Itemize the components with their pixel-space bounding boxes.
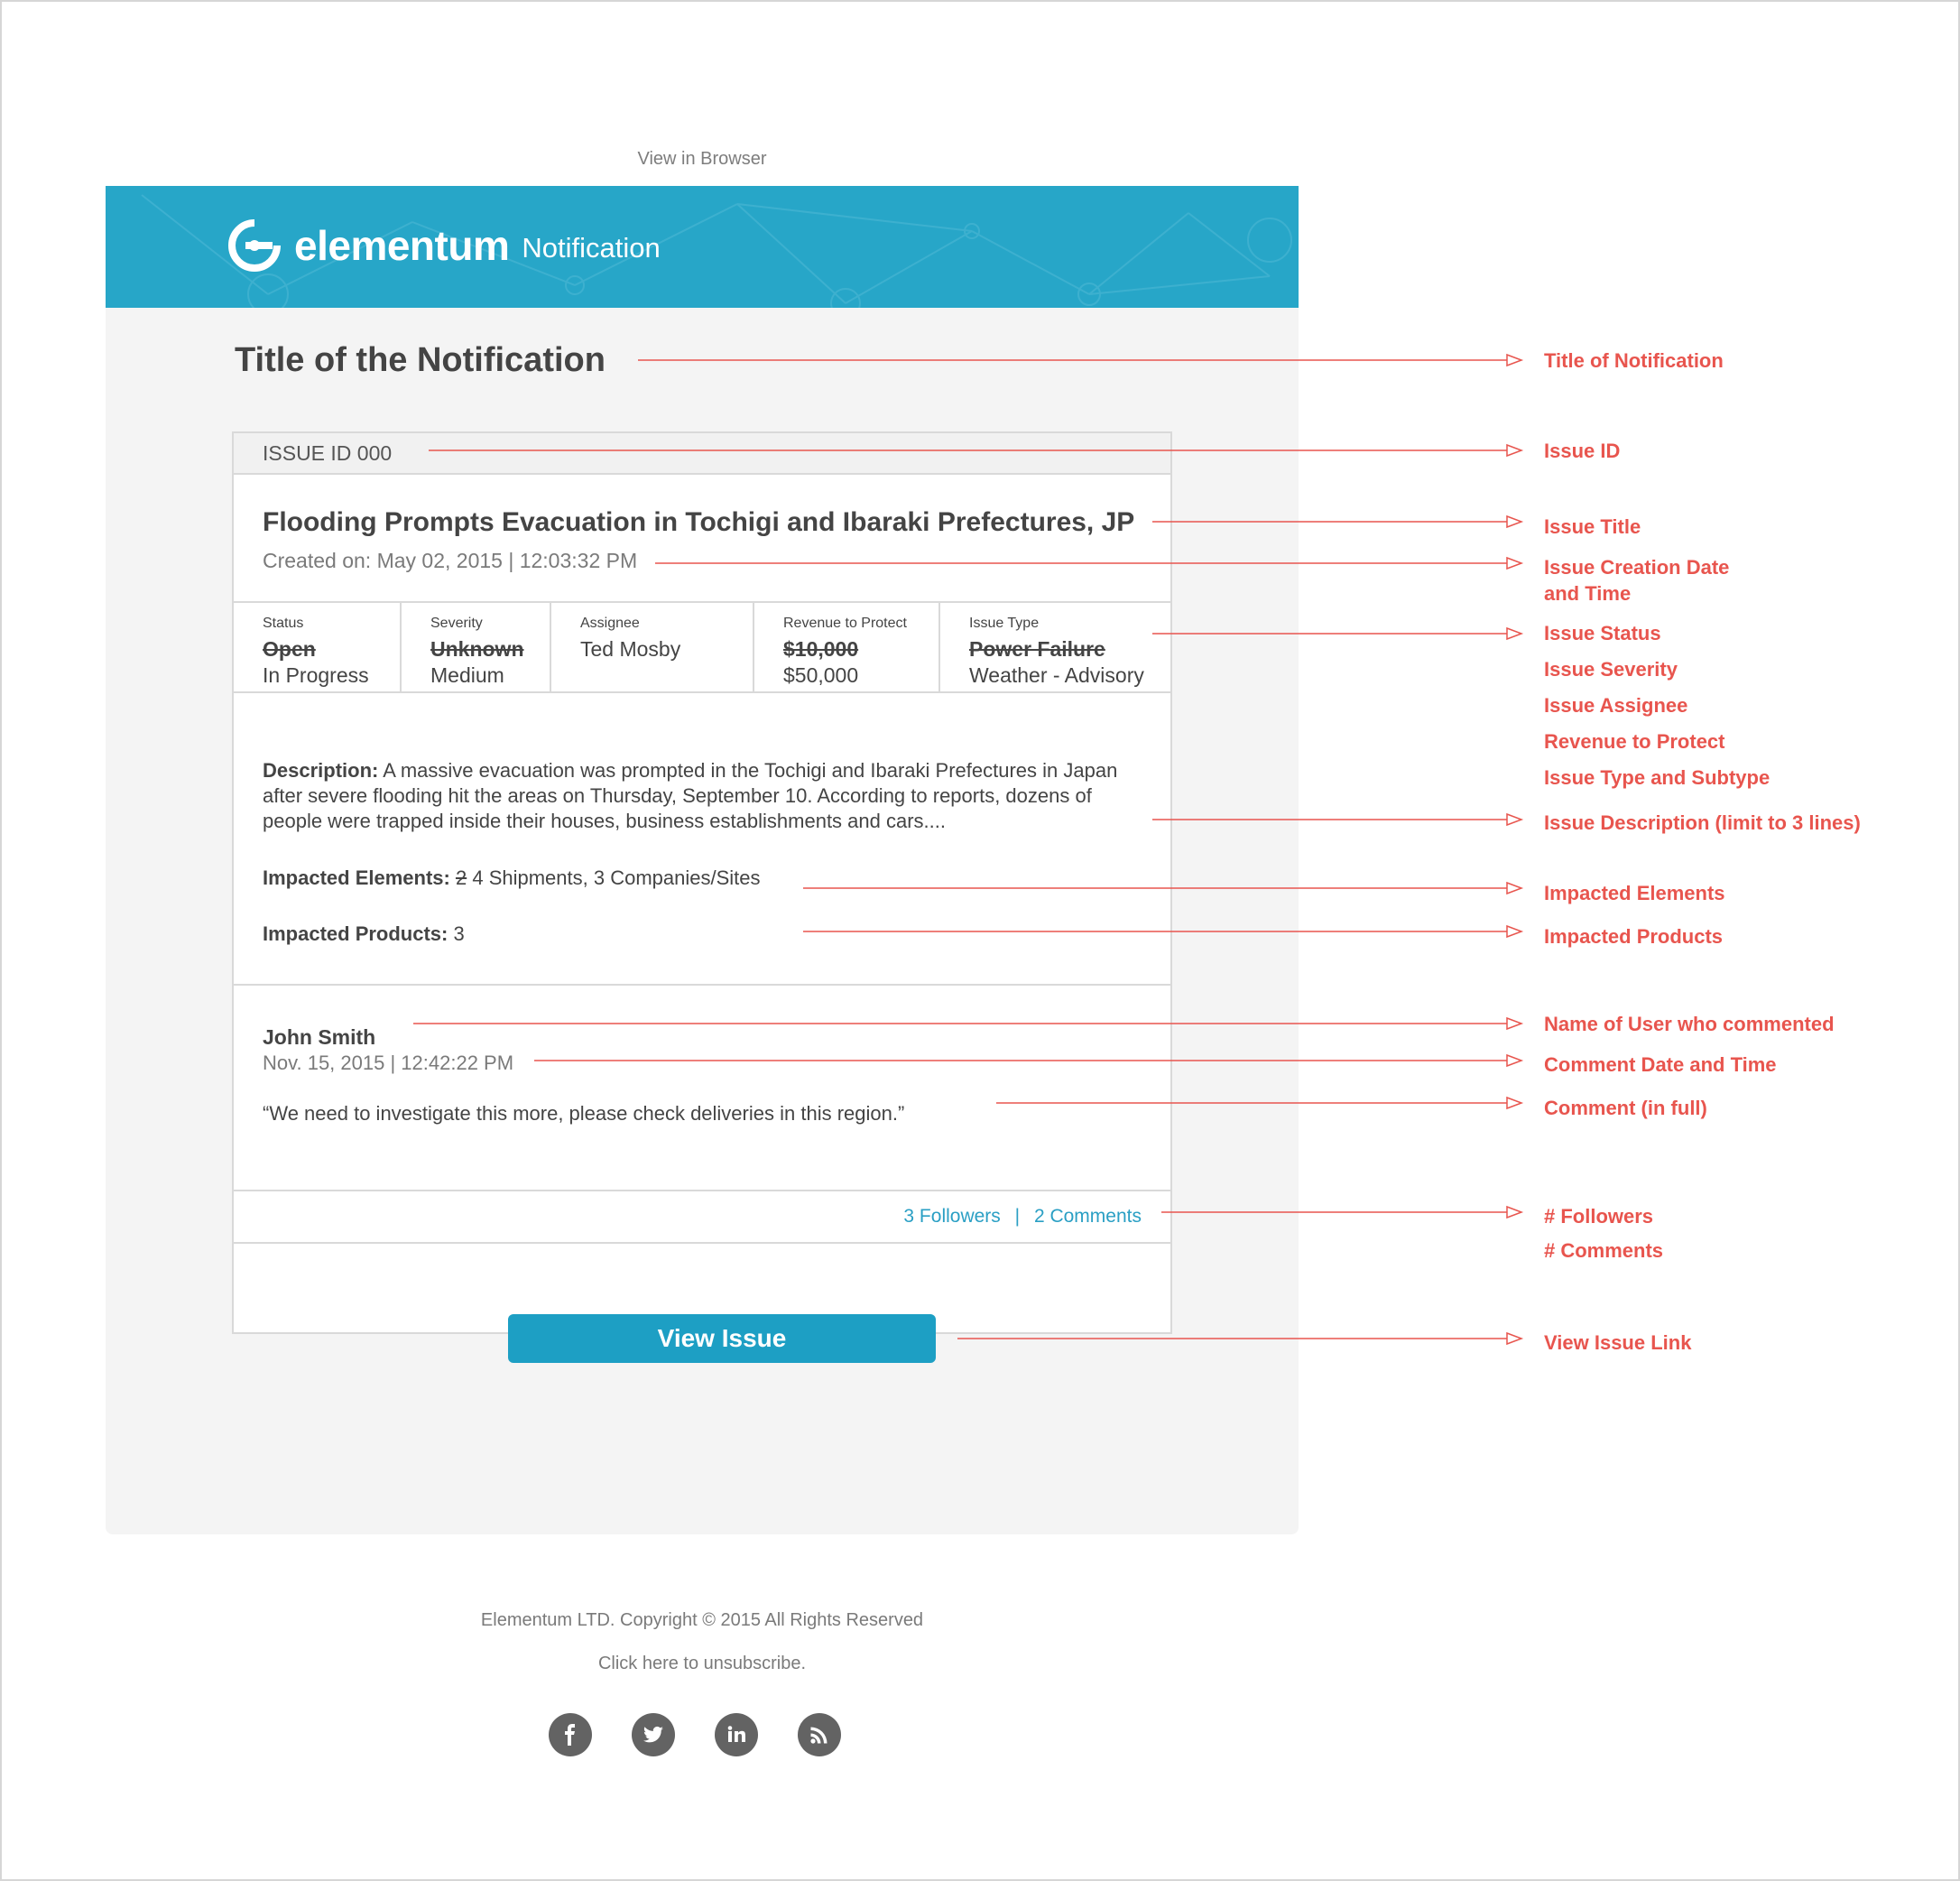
comment-block: John Smith Nov. 15, 2015 | 12:42:22 PM “… [234, 986, 1170, 1191]
meta-old-value: $10,000 [783, 637, 859, 661]
brand-logo: elementum Notification [227, 218, 661, 273]
issue-card: ISSUE ID 000 Flooding Prompts Evacuation… [232, 431, 1172, 1363]
notification-title: Title of the Notification [235, 341, 606, 379]
annotation-issue-id: Issue ID [1544, 440, 1621, 462]
view-in-browser-link[interactable]: View in Browser [106, 149, 1299, 170]
annotation-severity: Issue Severity [1544, 658, 1678, 681]
brand-suffix: Notification [522, 232, 661, 264]
meta-new-value: Weather - Advisory [969, 663, 1144, 687]
meta-value: Ted Mosby [580, 637, 681, 661]
issue-details: Description: A massive evacuation was pr… [234, 693, 1170, 986]
annotation-issue-title: Issue Title [1544, 515, 1641, 538]
description-text: A massive evacuation was prompted in the… [263, 759, 1118, 832]
annotation-creation-line1: Issue Creation Date [1544, 556, 1730, 579]
brand-name: elementum [294, 222, 510, 269]
elementum-logo-icon [228, 219, 281, 272]
header-banner: elementum Notification [106, 186, 1299, 308]
meta-label: Severity [430, 616, 483, 631]
issue-counts: 3 Followers | 2 Comments [234, 1191, 1170, 1244]
impacted-products-label: Impacted Products: [263, 922, 448, 945]
impacted-products-value: 3 [453, 922, 465, 945]
annotation-impacted-products: Impacted Products [1544, 925, 1724, 948]
annotation-comment-full: Comment (in full) [1544, 1097, 1707, 1119]
annotation-creation-date: Issue Creation Date and Time [1544, 554, 1729, 607]
meta-old-value: Unknown [430, 637, 524, 661]
meta-label: Revenue to Protect [783, 616, 907, 631]
annotation-comments: # Comments [1544, 1239, 1664, 1262]
issue-id: ISSUE ID 000 [234, 433, 1170, 475]
facebook-icon[interactable] [549, 1713, 592, 1756]
issue-meta-row: Status Open In Progress Severity Unknown… [234, 603, 1170, 693]
view-issue-button[interactable]: View Issue [508, 1314, 936, 1363]
annotation-view-issue: View Issue Link [1544, 1331, 1692, 1354]
annotation-comment-user: Name of User who commented [1544, 1013, 1835, 1035]
meta-revenue: Revenue to Protect $10,000 $50,000 [754, 603, 940, 691]
social-links [549, 1713, 881, 1756]
meta-new-value: In Progress [263, 663, 369, 687]
annotation-title: Title of Notification [1544, 349, 1724, 372]
meta-old-value: Open [263, 637, 316, 661]
comments-link[interactable]: 2 Comments [1034, 1206, 1142, 1227]
annotation-followers: # Followers [1544, 1205, 1654, 1228]
counts-separator: | [1014, 1206, 1021, 1227]
annotation-impacted-elements: Impacted Elements [1544, 882, 1725, 904]
issue-title: Flooding Prompts Evacuation in Tochigi a… [263, 507, 1135, 537]
issue-header: Flooding Prompts Evacuation in Tochigi a… [234, 475, 1170, 603]
meta-label: Assignee [580, 616, 640, 631]
twitter-icon[interactable] [632, 1713, 675, 1756]
linkedin-icon[interactable] [715, 1713, 758, 1756]
rss-icon[interactable] [798, 1713, 841, 1756]
followers-link[interactable]: 3 Followers [903, 1206, 1000, 1227]
meta-assignee: Assignee Ted Mosby [551, 603, 754, 691]
issue-description: Description: A massive evacuation was pr… [263, 758, 1142, 834]
annotation-issue-type: Issue Type and Subtype [1544, 766, 1770, 789]
unsubscribe-link[interactable]: Click here to unsubscribe. [106, 1654, 1299, 1674]
description-label: Description: [263, 759, 379, 782]
comment-text: “We need to investigate this more, pleas… [263, 1102, 905, 1125]
annotation-status: Issue Status [1544, 622, 1661, 644]
meta-issue-type: Issue Type Power Failure Weather - Advis… [940, 603, 1170, 691]
footer-copyright: Elementum LTD. Copyright © 2015 All Righ… [480, 1610, 924, 1630]
impacted-elements-value: 4 Shipments, 3 Companies/Sites [472, 866, 761, 889]
meta-severity: Severity Unknown Medium [402, 603, 551, 691]
impacted-products: Impacted Products: 3 [263, 922, 1142, 946]
comment-date: Nov. 15, 2015 | 12:42:22 PM [263, 1052, 514, 1074]
impacted-elements-label: Impacted Elements: [263, 866, 450, 889]
meta-status: Status Open In Progress [234, 603, 402, 691]
meta-label: Status [263, 616, 304, 631]
annotation-description: Issue Description (limit to 3 lines) [1544, 811, 1861, 834]
impacted-elements-old: 2 [455, 866, 467, 889]
meta-label: Issue Type [969, 616, 1040, 631]
cta-area: View Issue [234, 1244, 1170, 1422]
meta-old-value: Power Failure [969, 637, 1105, 661]
comment-user: John Smith [263, 1025, 376, 1049]
annotation-revenue: Revenue to Protect [1544, 730, 1725, 753]
annotation-assignee: Issue Assignee [1544, 694, 1688, 717]
meta-new-value: Medium [430, 663, 504, 687]
impacted-elements: Impacted Elements: 2 4 Shipments, 3 Comp… [263, 866, 1142, 890]
email-container: elementum Notification Title of the Noti… [106, 186, 1299, 1534]
meta-new-value: $50,000 [783, 663, 859, 687]
annotation-creation-line2: and Time [1544, 582, 1632, 605]
annotation-comment-date: Comment Date and Time [1544, 1053, 1777, 1076]
issue-created-date: Created on: May 02, 2015 | 12:03:32 PM [263, 549, 638, 572]
